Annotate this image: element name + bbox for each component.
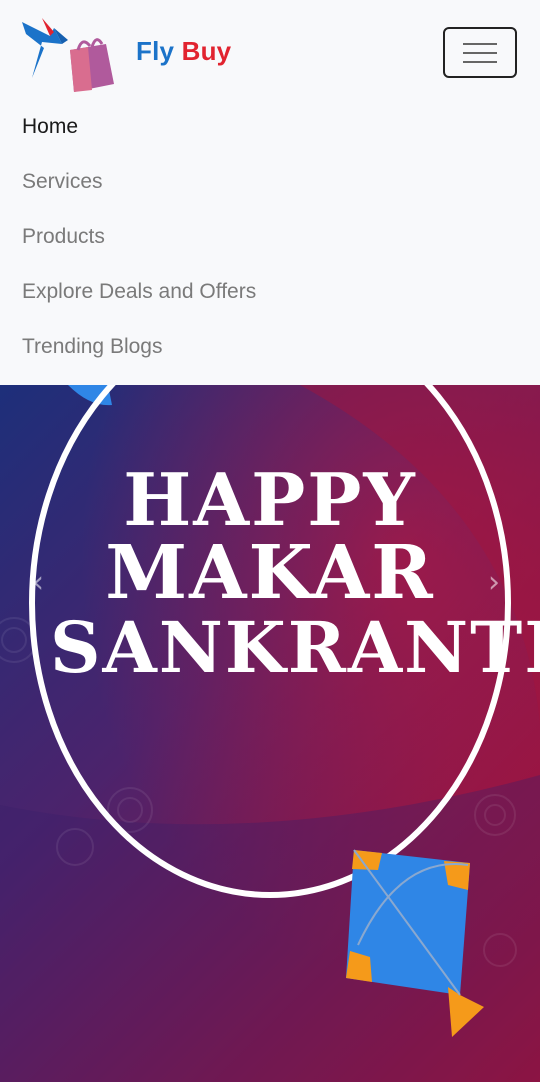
carousel-prev-icon[interactable]: ‹	[32, 565, 44, 600]
hero-carousel[interactable]: HAPPY MAKAR SANKRANTI ‹ ›	[0, 385, 540, 1082]
brand-word-fly: Fly	[136, 36, 175, 66]
navbar: Fly Buy Home Services Products Explore D…	[0, 0, 540, 385]
bird-shopping-bag-logo[interactable]	[20, 14, 120, 94]
nav-item-products[interactable]: Products	[22, 222, 256, 277]
hamburger-icon	[463, 42, 497, 45]
nav-menu: Home Services Products Explore Deals and…	[22, 112, 256, 387]
nav-item-services[interactable]: Services	[22, 167, 256, 222]
carousel-next-icon[interactable]: ›	[488, 565, 500, 600]
nav-item-home[interactable]: Home	[22, 112, 256, 167]
brand-name[interactable]: Fly Buy	[136, 36, 231, 67]
greeting-line-1: HAPPY	[123, 457, 417, 542]
greeting-line-3: SANKRANTI	[50, 605, 540, 689]
greeting-line-2: MAKAR	[105, 530, 435, 617]
hamburger-icon	[463, 60, 497, 63]
banner-greeting: HAPPY MAKAR SANKRANTI	[50, 457, 540, 689]
nav-item-blogs[interactable]: Trending Blogs	[22, 332, 256, 387]
nav-item-deals[interactable]: Explore Deals and Offers	[22, 277, 256, 332]
menu-toggle-button[interactable]	[443, 27, 517, 78]
hamburger-icon	[463, 51, 497, 54]
brand-word-buy: Buy	[181, 36, 232, 66]
